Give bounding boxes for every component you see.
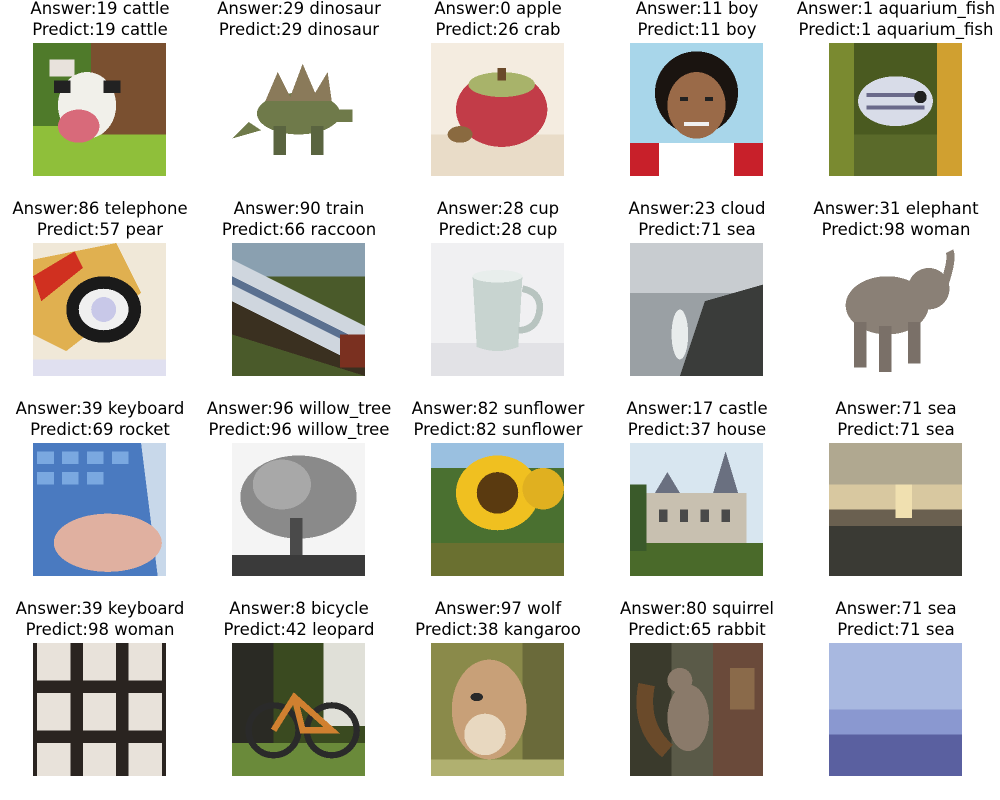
- sample-image: [829, 243, 962, 376]
- predict-label: Predict:42 leopard: [223, 620, 375, 639]
- sample-cell: Answer:17 castle Predict:37 house: [597, 399, 797, 600]
- predict-label: Predict:98 woman: [821, 220, 971, 239]
- sample-image: [829, 43, 962, 176]
- sample-cell: Answer:71 sea Predict:71 sea: [796, 399, 996, 600]
- sample-cell: Answer:28 cup Predict:28 cup: [398, 199, 598, 400]
- sample-image: [232, 443, 365, 576]
- answer-label: Answer:39 keyboard: [15, 599, 185, 618]
- answer-label: Answer:96 willow_tree: [206, 399, 392, 418]
- sample-image: [431, 43, 564, 176]
- answer-label: Answer:71 sea: [835, 399, 957, 418]
- sample-image: [232, 643, 365, 776]
- predict-label: Predict:29 dinosaur: [218, 20, 380, 39]
- answer-label: Answer:17 castle: [626, 399, 768, 418]
- answer-label: Answer:71 sea: [835, 599, 957, 618]
- answer-label: Answer:23 cloud: [628, 199, 766, 218]
- sample-image: [33, 243, 166, 376]
- sample-cell: Answer:23 cloud Predict:71 sea: [597, 199, 797, 400]
- predict-label: Predict:65 rabbit: [628, 620, 766, 639]
- predict-label: Predict:37 house: [627, 420, 767, 439]
- answer-label: Answer:90 train: [233, 199, 365, 218]
- predict-label: Predict:71 sea: [837, 620, 955, 639]
- sample-cell: Answer:97 wolf Predict:38 kangaroo: [398, 599, 598, 800]
- answer-label: Answer:97 wolf: [434, 599, 562, 618]
- predict-label: Predict:38 kangaroo: [415, 620, 581, 639]
- sample-cell: Answer:80 squirrel Predict:65 rabbit: [597, 599, 797, 800]
- sample-image: [431, 243, 564, 376]
- sample-cell: Answer:31 elephant Predict:98 woman: [796, 199, 996, 400]
- sample-image: [33, 443, 166, 576]
- sample-cell: Answer:19 cattle Predict:19 cattle: [0, 0, 200, 200]
- sample-cell: Answer:1 aquarium_fish Predict:1 aquarium…: [796, 0, 996, 200]
- predict-label: Predict:98 woman: [25, 620, 175, 639]
- answer-label: Answer:31 elephant: [813, 199, 979, 218]
- sample-cell: Answer:0 apple Predict:26 crab: [398, 0, 598, 200]
- sample-image: [829, 643, 962, 776]
- answer-label: Answer:8 bicycle: [229, 599, 369, 618]
- predict-label: Predict:71 sea: [638, 220, 756, 239]
- predict-label: Predict:57 pear: [36, 220, 164, 239]
- answer-label: Answer:39 keyboard: [15, 399, 185, 418]
- predict-label: Predict:19 cattle: [32, 20, 168, 39]
- sample-cell: Answer:86 telephone Predict:57 pear: [0, 199, 200, 400]
- predict-label: Predict:82 sunflower: [413, 420, 583, 439]
- sample-image: [232, 43, 365, 176]
- predict-label: Predict:11 boy: [637, 20, 757, 39]
- answer-label: Answer:19 cattle: [30, 0, 170, 18]
- predict-label: Predict:66 raccoon: [221, 220, 377, 239]
- sample-cell: Answer:8 bicycle Predict:42 leopard: [199, 599, 399, 800]
- sample-image: [630, 43, 763, 176]
- sample-image: [630, 443, 763, 576]
- answer-label: Answer:29 dinosaur: [217, 0, 381, 18]
- sample-cell: Answer:39 keyboard Predict:69 rocket: [0, 399, 200, 600]
- sample-cell: Answer:11 boy Predict:11 boy: [597, 0, 797, 200]
- sample-image: [33, 43, 166, 176]
- sample-image: [630, 243, 763, 376]
- sample-image: [630, 643, 763, 776]
- predict-label: Predict:1 aquarium_fish: [798, 20, 994, 39]
- answer-label: Answer:80 squirrel: [619, 599, 775, 618]
- predict-label: Predict:28 cup: [438, 220, 558, 239]
- sample-cell: Answer:29 dinosaur Predict:29 dinosaur: [199, 0, 399, 200]
- answer-label: Answer:11 boy: [635, 0, 759, 18]
- predict-label: Predict:26 crab: [435, 20, 561, 39]
- predict-label: Predict:71 sea: [837, 420, 955, 439]
- sample-image: [232, 243, 365, 376]
- answer-label: Answer:86 telephone: [12, 199, 188, 218]
- answer-label: Answer:1 aquarium_fish: [796, 0, 996, 18]
- sample-cell: Answer:90 train Predict:66 raccoon: [199, 199, 399, 400]
- answer-label: Answer:0 apple: [434, 0, 562, 18]
- predict-label: Predict:96 willow_tree: [208, 420, 390, 439]
- predict-label: Predict:69 rocket: [30, 420, 170, 439]
- sample-image: [33, 643, 166, 776]
- image-prediction-grid: Answer:19 cattle Predict:19 cattle Answer…: [0, 0, 1000, 800]
- sample-cell: Answer:82 sunflower Predict:82 sunflower: [398, 399, 598, 600]
- sample-cell: Answer:71 sea Predict:71 sea: [796, 599, 996, 800]
- sample-image: [829, 443, 962, 576]
- sample-cell: Answer:96 willow_tree Predict:96 willow_t…: [199, 399, 399, 600]
- sample-cell: Answer:39 keyboard Predict:98 woman: [0, 599, 200, 800]
- sample-image: [431, 443, 564, 576]
- sample-image: [431, 643, 564, 776]
- answer-label: Answer:28 cup: [436, 199, 560, 218]
- answer-label: Answer:82 sunflower: [411, 399, 585, 418]
